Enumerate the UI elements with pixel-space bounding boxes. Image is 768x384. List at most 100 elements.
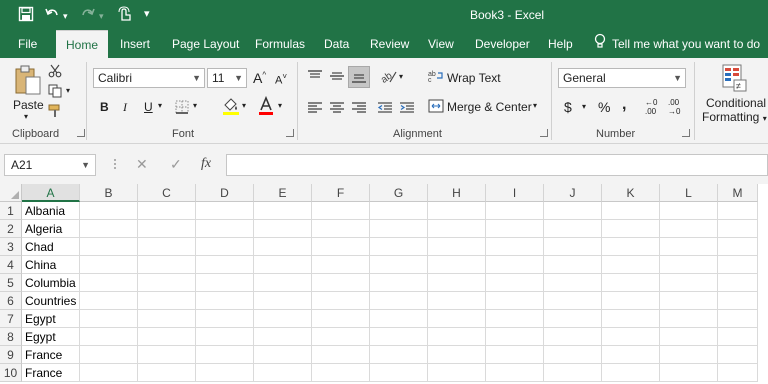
align-center-icon[interactable] [329, 102, 345, 117]
tab-view[interactable]: View [420, 30, 462, 58]
copy-icon[interactable] [48, 84, 62, 101]
select-all-button[interactable] [0, 184, 22, 202]
cell-f1[interactable] [312, 202, 370, 220]
tab-help[interactable]: Help [540, 30, 581, 58]
cell-b1[interactable] [80, 202, 138, 220]
cell-h7[interactable] [428, 310, 486, 328]
cell-c2[interactable] [138, 220, 196, 238]
column-header-f[interactable]: F [312, 184, 370, 202]
tab-data[interactable]: Data [316, 30, 357, 58]
orientation-dropdown-icon[interactable]: ▾ [399, 72, 403, 81]
alignment-launcher-icon[interactable] [540, 129, 548, 137]
row-header[interactable]: 7 [0, 310, 22, 328]
cell-g10[interactable] [370, 364, 428, 382]
wrap-text-icon[interactable]: ab c [428, 69, 444, 86]
merge-center-button[interactable]: Merge & Center [447, 100, 532, 114]
column-header-e[interactable]: E [254, 184, 312, 202]
cell-d10[interactable] [196, 364, 254, 382]
cell-f2[interactable] [312, 220, 370, 238]
cell-c7[interactable] [138, 310, 196, 328]
underline-dropdown-icon[interactable]: ▾ [158, 101, 162, 110]
cell-m6[interactable] [718, 292, 758, 310]
cell-j7[interactable] [544, 310, 602, 328]
cell-j4[interactable] [544, 256, 602, 274]
row-header[interactable]: 9 [0, 346, 22, 364]
font-name-combo[interactable]: Calibri ▼ [93, 68, 205, 88]
cell-a3[interactable]: Chad [22, 238, 80, 256]
increase-decimal-button[interactable]: ←0.00 [645, 98, 657, 116]
copy-dropdown-icon[interactable]: ▾ [66, 86, 70, 95]
align-bottom-icon[interactable] [348, 66, 370, 88]
cell-c6[interactable] [138, 292, 196, 310]
cell-j1[interactable] [544, 202, 602, 220]
cell-b3[interactable] [80, 238, 138, 256]
conditional-formatting-label-1[interactable]: Conditional [706, 96, 766, 110]
cell-e8[interactable] [254, 328, 312, 346]
cell-i1[interactable] [486, 202, 544, 220]
cell-m9[interactable] [718, 346, 758, 364]
cell-c5[interactable] [138, 274, 196, 292]
cell-f7[interactable] [312, 310, 370, 328]
align-left-icon[interactable] [307, 102, 323, 117]
cell-f10[interactable] [312, 364, 370, 382]
cell-h9[interactable] [428, 346, 486, 364]
cell-c1[interactable] [138, 202, 196, 220]
cell-k9[interactable] [602, 346, 660, 364]
row-header[interactable]: 10 [0, 364, 22, 382]
cell-k6[interactable] [602, 292, 660, 310]
cell-h8[interactable] [428, 328, 486, 346]
number-launcher-icon[interactable] [682, 129, 690, 137]
cell-l8[interactable] [660, 328, 718, 346]
cell-a6[interactable]: Countries [22, 292, 80, 310]
column-header-j[interactable]: J [544, 184, 602, 202]
cell-h10[interactable] [428, 364, 486, 382]
cell-e1[interactable] [254, 202, 312, 220]
cell-d1[interactable] [196, 202, 254, 220]
cell-k1[interactable] [602, 202, 660, 220]
cell-l7[interactable] [660, 310, 718, 328]
tab-insert[interactable]: Insert [112, 30, 158, 58]
cell-f5[interactable] [312, 274, 370, 292]
merge-center-icon[interactable] [428, 99, 444, 116]
align-right-icon[interactable] [351, 102, 367, 117]
cut-icon[interactable] [48, 64, 62, 81]
tab-home[interactable]: Home [56, 30, 108, 58]
italic-button[interactable]: I [123, 100, 127, 115]
cell-m7[interactable] [718, 310, 758, 328]
cell-k8[interactable] [602, 328, 660, 346]
formula-input[interactable] [226, 154, 768, 176]
cell-i10[interactable] [486, 364, 544, 382]
cell-b8[interactable] [80, 328, 138, 346]
cell-e3[interactable] [254, 238, 312, 256]
fill-color-dropdown-icon[interactable]: ▾ [242, 101, 246, 110]
conditional-formatting-icon[interactable]: ≠ [722, 64, 748, 95]
cell-d6[interactable] [196, 292, 254, 310]
row-header[interactable]: 6 [0, 292, 22, 310]
row-header[interactable]: 8 [0, 328, 22, 346]
grow-font-button[interactable]: A^ [253, 70, 266, 86]
cell-m2[interactable] [718, 220, 758, 238]
cell-a10[interactable]: France [22, 364, 80, 382]
tab-page-layout[interactable]: Page Layout [164, 30, 247, 58]
cell-e9[interactable] [254, 346, 312, 364]
cell-k7[interactable] [602, 310, 660, 328]
row-header[interactable]: 1 [0, 202, 22, 220]
paste-dropdown-icon[interactable]: ▾ [24, 112, 28, 121]
conditional-formatting-label-2[interactable]: Formatting ▾ [702, 110, 767, 124]
cell-b7[interactable] [80, 310, 138, 328]
column-header-c[interactable]: C [138, 184, 196, 202]
orientation-icon[interactable]: ab [379, 68, 398, 87]
paste-label[interactable]: Paste [13, 98, 44, 112]
cell-c10[interactable] [138, 364, 196, 382]
bold-button[interactable]: B [100, 100, 109, 114]
cell-i4[interactable] [486, 256, 544, 274]
cell-e6[interactable] [254, 292, 312, 310]
column-header-d[interactable]: D [196, 184, 254, 202]
underline-button[interactable]: U [144, 100, 153, 114]
cell-j10[interactable] [544, 364, 602, 382]
cell-h2[interactable] [428, 220, 486, 238]
currency-button[interactable]: $ [564, 99, 572, 115]
cell-g8[interactable] [370, 328, 428, 346]
cell-l3[interactable] [660, 238, 718, 256]
shrink-font-button[interactable]: A˅ [275, 72, 287, 87]
